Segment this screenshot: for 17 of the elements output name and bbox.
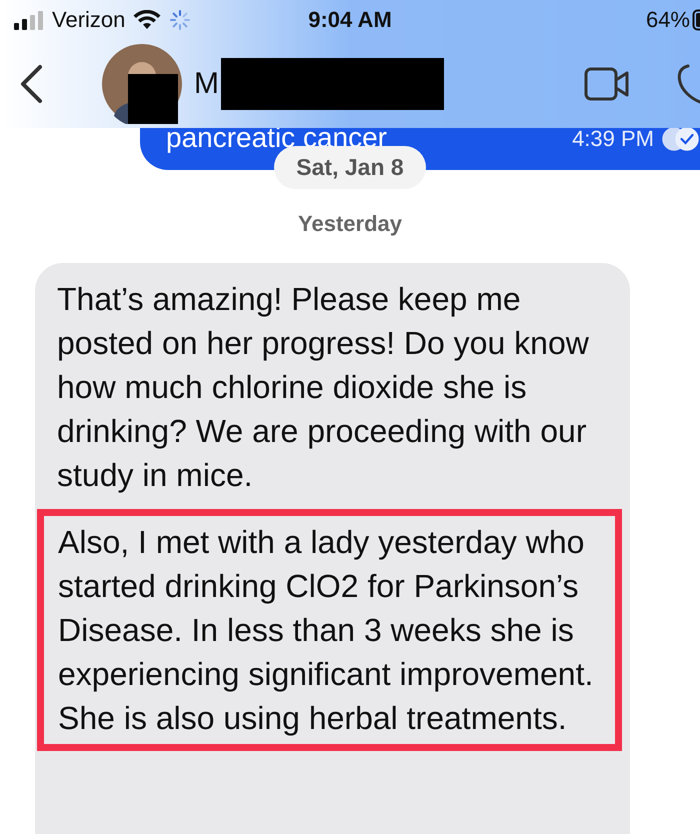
- signal-icon: [14, 10, 44, 30]
- wifi-icon: [133, 10, 162, 30]
- clock-time: 9:04 AM: [308, 7, 392, 33]
- message-time: 4:39 PM: [572, 126, 654, 152]
- contact-name[interactable]: M: [194, 67, 219, 101]
- redaction-block: [128, 74, 178, 124]
- message-paragraph: That’s amazing! Please keep me posted on her progress! Do you know how much chlorine dioxide she is drinking? We are proceeding with our study in mice.: [56, 280, 590, 495]
- loading-spinner-icon: [169, 9, 192, 31]
- video-camera-icon[interactable]: [584, 67, 630, 101]
- message-paragraph: Also, I met with a lady yesterday who started drinking ClO2 for Parkinson’s Disease. In less than 3 weeks she is experiencing significant improvement. She is also using herbal treatments.: [58, 523, 594, 738]
- phone-icon[interactable]: [676, 64, 700, 104]
- date-pill: Sat, Jan 8: [274, 146, 426, 189]
- back-chevron-icon[interactable]: [18, 64, 44, 104]
- battery-icon: [692, 9, 700, 31]
- battery-percent: 64%: [646, 7, 690, 33]
- carrier-name: Verizon: [52, 7, 126, 33]
- day-label: Yesterday: [297, 211, 403, 237]
